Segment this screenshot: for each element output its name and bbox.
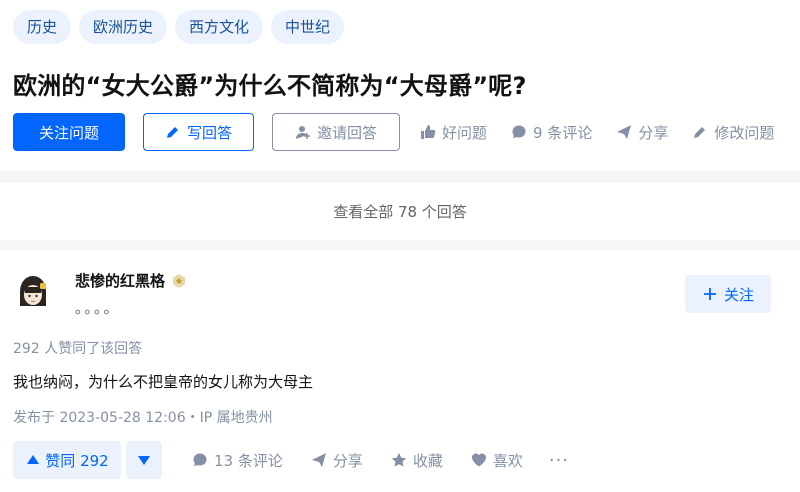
answer-author[interactable]: 悲惨的红黑格 [75, 270, 187, 291]
thumbs-up-icon [420, 124, 436, 140]
topic-tags: 历史 欧洲历史 西方文化 中世纪 [13, 10, 345, 44]
avatar[interactable] [13, 270, 53, 310]
share-answer-label: 分享 [332, 451, 363, 470]
follow-author-label: 关注 [723, 285, 754, 304]
answer-content: 我也纳闷，为什么不把皇帝的女儿称为大母主 [13, 373, 314, 391]
write-answer-label: 写回答 [186, 123, 232, 142]
answer-comments-label: 13 条评论 [214, 451, 283, 470]
like-label: 喜欢 [492, 451, 523, 470]
author-bio: 。。。。 [75, 299, 121, 317]
edit-question-label: 修改问题 [714, 123, 775, 142]
author-name: 悲惨的红黑格 [75, 272, 166, 290]
add-user-icon [295, 124, 311, 140]
question-header: 历史 欧洲历史 西方文化 中世纪 欧洲的“女大公爵”为什么不简称为“大母爵”呢?… [0, 0, 800, 170]
upvote-button[interactable]: 赞同 292 [13, 441, 121, 479]
share-question-label: 分享 [638, 123, 669, 142]
share-icon [311, 452, 327, 468]
question-comments-button[interactable]: 9 条评论 [511, 122, 592, 143]
follow-author-button[interactable]: 关注 [685, 275, 771, 313]
pencil-icon [165, 124, 181, 140]
share-icon [616, 124, 632, 140]
topic-tag[interactable]: 中世纪 [271, 10, 345, 44]
invite-answer-button[interactable]: 邀请回答 [272, 113, 400, 151]
upvote-label: 赞同 292 [45, 451, 109, 470]
more-options-button[interactable]: ··· [549, 450, 569, 471]
plus-icon [702, 286, 718, 302]
good-question-label: 好问题 [442, 123, 488, 142]
collect-label: 收藏 [412, 451, 443, 470]
edit-question-button[interactable]: 修改问题 [692, 122, 774, 143]
answer-card: 悲惨的红黑格 。。。。 关注 292 人赞同了该回答 我也纳闷，为什么不把皇帝的… [0, 250, 800, 492]
triangle-down-icon [136, 452, 152, 468]
likes-summary: 292 人赞同了该回答 [13, 341, 143, 357]
triangle-up-icon [25, 452, 41, 468]
follow-question-button[interactable]: 关注问题 [13, 113, 125, 151]
good-question-button[interactable]: 好问题 [420, 122, 487, 143]
downvote-button[interactable] [126, 441, 162, 479]
answer-date[interactable]: 发布于 2023-05-28 12:06・IP 属地贵州 [13, 407, 273, 427]
comment-icon [192, 452, 208, 468]
pencil-icon [692, 124, 708, 140]
view-all-answers-link[interactable]: 查看全部 78 个回答 [0, 183, 800, 240]
question-comments-label: 9 条评论 [533, 123, 593, 142]
collect-button[interactable]: 收藏 [391, 450, 443, 471]
answer-comments-button[interactable]: 13 条评论 [192, 450, 283, 471]
write-answer-button[interactable]: 写回答 [143, 113, 254, 151]
question-actions: 关注问题 写回答 邀请回答 好问题 9 条评论 分享 修改问题 [13, 113, 774, 151]
topic-tag[interactable]: 西方文化 [175, 10, 264, 44]
share-answer-button[interactable]: 分享 [311, 450, 363, 471]
topic-tag[interactable]: 历史 [13, 10, 72, 44]
heart-icon [471, 452, 487, 468]
like-button[interactable]: 喜欢 [471, 450, 523, 471]
medal-badge-icon [171, 273, 187, 289]
invite-answer-label: 邀请回答 [316, 123, 377, 142]
topic-tag[interactable]: 欧洲历史 [79, 10, 168, 44]
answer-actions: 赞同 292 13 条评论 分享 收藏 喜欢 ··· [13, 441, 569, 479]
question-title[interactable]: 欧洲的“女大公爵”为什么不简称为“大母爵”呢? [13, 66, 527, 101]
star-icon [391, 452, 407, 468]
share-question-button[interactable]: 分享 [616, 122, 668, 143]
comment-icon [511, 124, 527, 140]
